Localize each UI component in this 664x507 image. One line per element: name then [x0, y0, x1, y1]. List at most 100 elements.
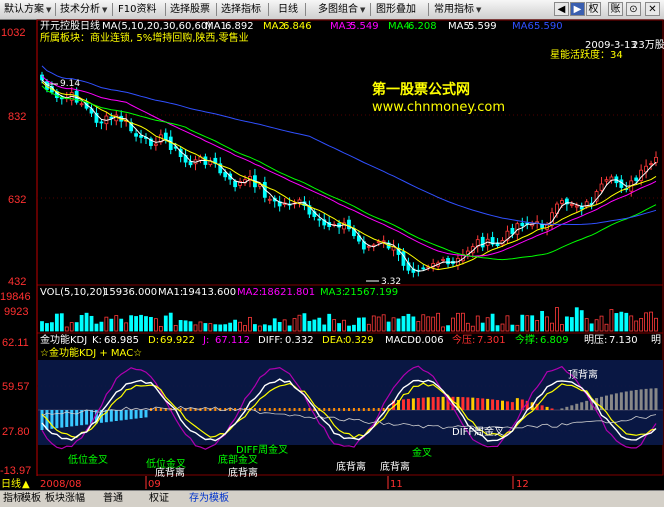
macd-hist-bar: [190, 408, 192, 411]
dea-label: DEA:: [322, 335, 346, 346]
volume-bar: [461, 313, 464, 331]
volume-bar: [199, 322, 202, 331]
tab-sector-gain[interactable]: 板块涨幅: [42, 492, 88, 506]
volume-bar: [590, 324, 593, 331]
stock-chart[interactable]: 1032 832 632 432 19846 9923 62.11 59.57 …: [0, 0, 664, 506]
volume-bar: [511, 325, 514, 331]
macd-hist-bar: [496, 400, 499, 410]
volume-bar: [194, 325, 197, 331]
volume-bar: [506, 316, 509, 331]
candle-body: [422, 268, 425, 269]
macd-hist-bar: [417, 398, 420, 410]
volume-bar: [560, 325, 563, 331]
volume-bar: [442, 327, 445, 331]
macd-hist-bar: [294, 408, 296, 411]
macd-label: MACD:: [385, 335, 418, 346]
volume-bar: [125, 323, 128, 331]
volume-bar: [456, 313, 459, 331]
volume-bar: [352, 325, 355, 331]
macd-hist-bar: [284, 408, 286, 411]
warning-icon: ▲: [22, 479, 30, 490]
macd-hist-bar: [640, 389, 643, 410]
volume-bar: [135, 316, 138, 331]
ma2-value: 6.846: [283, 21, 312, 32]
macd-hist-bar: [160, 408, 162, 411]
volume-bar: [55, 314, 58, 331]
volume-bar: [392, 318, 395, 331]
volume-bar: [605, 324, 608, 331]
kdj-j-value: 67.112: [215, 335, 250, 346]
volume-bar: [367, 324, 370, 331]
tab-warrant[interactable]: 权证: [146, 492, 172, 506]
volume-bar: [283, 320, 286, 331]
mingya-label: 明压:: [584, 334, 607, 346]
volume-bar: [105, 317, 108, 331]
candle-body: [551, 213, 554, 226]
candle-body: [382, 241, 385, 242]
candle-body: [318, 219, 321, 220]
volume-bar: [526, 316, 529, 331]
star-info: 星能活跃度：34: [550, 48, 623, 61]
kdj-d-value: 69.922: [160, 335, 195, 346]
volume-bar: [432, 317, 435, 331]
time-axis-label: 11: [390, 479, 403, 490]
macd-hist-bar: [70, 410, 73, 426]
volume-bar: [154, 319, 157, 331]
volume-bar: [630, 316, 633, 331]
period-label: 日线: [80, 19, 100, 32]
ma2-line: [42, 82, 656, 270]
volume-bar: [80, 315, 83, 331]
volume-bar: [253, 325, 256, 331]
ma5-line: [42, 66, 656, 225]
volume-bar: [541, 311, 544, 331]
macd-hist-bar: [635, 390, 638, 410]
volume-bar: [585, 319, 588, 331]
macd-hist-bar: [511, 402, 514, 410]
volume-bar: [471, 326, 474, 331]
candle-body: [496, 244, 499, 246]
volume-bar: [278, 322, 281, 331]
macd-hist-bar: [289, 408, 291, 411]
macd-hist-bar: [516, 398, 519, 410]
macd-hist-bar: [144, 410, 147, 417]
volume-bar-series: [41, 308, 658, 331]
diff-value: 0.332: [285, 335, 314, 346]
macd-hist-bar: [630, 391, 633, 410]
tab-normal[interactable]: 普通: [100, 492, 126, 506]
kdj-j-label: J:: [202, 335, 209, 346]
macd-hist-bar: [41, 410, 44, 430]
stock-name: 开元控股: [40, 19, 80, 32]
tab-template[interactable]: 模板: [18, 492, 44, 506]
price-tick-label: 832: [8, 111, 26, 123]
volume-bar: [45, 324, 48, 331]
vol-ma3-label: MA3:: [320, 287, 345, 298]
volume-bar: [144, 317, 147, 331]
volume-bar: [451, 318, 454, 331]
macd-hist-bar: [476, 398, 479, 410]
share-info: 23万股: [632, 39, 664, 51]
candle-body: [600, 184, 603, 190]
volume-bar: [244, 326, 247, 331]
macd-hist-bar: [402, 399, 405, 410]
macd-hist-bar: [204, 408, 206, 411]
macd-hist-bar: [269, 408, 271, 411]
bottom-divergence-label: 底背离: [336, 460, 366, 473]
bottom-divergence-label: 底背离: [228, 466, 258, 479]
volume-bar: [268, 326, 271, 331]
volume-bar: [407, 314, 410, 331]
volume-bar: [85, 313, 88, 331]
macd-hist-bar: [353, 408, 355, 411]
ming-suffix: 明: [651, 334, 661, 346]
tab-save-template[interactable]: 存为模板: [186, 492, 232, 506]
macd-hist-bar: [333, 408, 335, 411]
period-axis-label: 日线: [1, 477, 21, 490]
volume-bar: [645, 313, 648, 331]
volume-bar: [437, 313, 440, 331]
macd-hist-bar: [437, 397, 440, 410]
volume-bar: [377, 317, 380, 331]
volume-bar: [640, 318, 643, 331]
volume-bar: [41, 322, 44, 331]
volume-bar: [120, 319, 123, 331]
volume-bar: [110, 319, 113, 331]
volume-bar: [224, 325, 227, 331]
